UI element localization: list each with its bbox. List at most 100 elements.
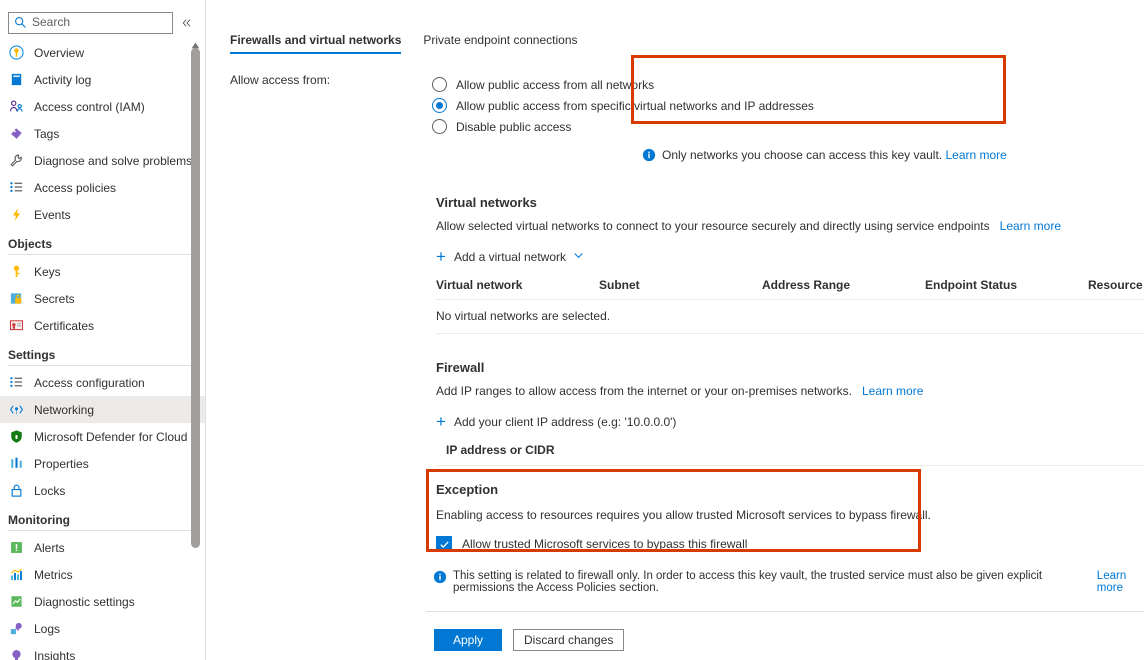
column-header-virtual-network[interactable]: Virtual network (436, 278, 599, 292)
access-policies-icon (8, 180, 24, 196)
column-header-resource-group[interactable]: Resource group (1088, 278, 1144, 292)
alerts-icon (8, 540, 24, 556)
sidebar-item-networking[interactable]: Networking (0, 396, 205, 423)
secrets-icon (8, 291, 24, 307)
scroll-up-arrow-icon[interactable] (191, 38, 200, 45)
sidebar-item-tags[interactable]: Tags (0, 120, 205, 147)
search-placeholder: Search (32, 16, 70, 29)
sidebar-item-overview[interactable]: Overview (0, 39, 205, 66)
sidebar-item-alerts[interactable]: Alerts (0, 534, 205, 561)
sidebar-search-row: Search (0, 0, 205, 34)
sidebar-item-label: Events (34, 208, 71, 222)
sidebar-item-diagnose-and-solve-problems[interactable]: Diagnose and solve problems (0, 147, 205, 174)
wrench-icon (8, 153, 24, 169)
add-client-ip-address-label: Add your client IP address (e.g: '10.0.0… (454, 415, 677, 429)
activity-log-icon (8, 72, 24, 88)
virtual-networks-table-header: Virtual network Subnet Address Range End… (436, 278, 1144, 299)
sidebar-item-properties[interactable]: Properties (0, 450, 205, 477)
sidebar-group-title: Objects (0, 228, 205, 254)
sidebar: Search Overview (0, 0, 206, 660)
discard-changes-button[interactable]: Discard changes (513, 629, 624, 651)
sidebar-scrollbar[interactable] (190, 38, 201, 550)
virtual-networks-section: Virtual networks Allow selected virtual … (436, 195, 1144, 334)
chevron-down-icon[interactable] (573, 250, 584, 264)
firewall-learn-more-link[interactable]: Learn more (862, 384, 923, 398)
column-header-endpoint-status[interactable]: Endpoint Status (925, 278, 1088, 292)
tab-bar: Firewalls and virtual networks Private e… (230, 22, 1144, 54)
sidebar-item-label: Access configuration (34, 376, 145, 390)
sidebar-nav: Overview Activity log (0, 39, 205, 660)
certificates-icon (8, 318, 24, 334)
radio-icon[interactable] (432, 119, 447, 134)
sidebar-item-insights[interactable]: Insights (0, 642, 205, 660)
access-info-learn-more-link[interactable]: Learn more (945, 148, 1006, 162)
sidebar-item-label: Insights (34, 649, 75, 660)
insights-icon (8, 648, 24, 660)
sidebar-item-access-configuration[interactable]: Access configuration (0, 369, 205, 396)
sidebar-item-locks[interactable]: Locks (0, 477, 205, 504)
sidebar-item-microsoft-defender-for-cloud[interactable]: Microsoft Defender for Cloud (0, 423, 205, 450)
tab-private-endpoint-connections[interactable]: Private endpoint connections (423, 33, 577, 54)
sidebar-item-certificates[interactable]: Certificates (0, 312, 205, 339)
sidebar-item-keys[interactable]: Keys (0, 258, 205, 285)
chevron-double-left-icon[interactable] (177, 13, 197, 33)
networking-icon (8, 402, 24, 418)
info-icon (642, 148, 656, 162)
radio-icon[interactable] (432, 77, 447, 92)
plus-icon: + (436, 416, 446, 428)
column-header-subnet[interactable]: Subnet (599, 278, 762, 292)
apply-button[interactable]: Apply (434, 629, 502, 651)
sidebar-item-secrets[interactable]: Secrets (0, 285, 205, 312)
access-configuration-icon (8, 375, 24, 391)
column-header-address-range[interactable]: Address Range (762, 278, 925, 292)
radio-label: Allow public access from all networks (456, 78, 654, 92)
sidebar-item-label: Access policies (34, 181, 116, 195)
sidebar-item-label: Overview (34, 46, 84, 60)
sidebar-item-label: Diagnose and solve problems (34, 154, 192, 168)
access-info-line: Only networks you choose can access this… (642, 148, 1144, 162)
radio-option-disable-public-access[interactable]: Disable public access (432, 116, 790, 137)
firewall-table: IP address or CIDR (436, 443, 1144, 466)
sidebar-item-label: Diagnostic settings (34, 595, 135, 609)
sidebar-group-divider (8, 365, 195, 366)
footer-button-row: Apply Discard changes (434, 629, 624, 651)
allow-trusted-services-checkbox-row[interactable]: Allow trusted Microsoft services to bypa… (436, 536, 747, 552)
radio-icon-selected[interactable] (432, 98, 447, 113)
add-a-virtual-network-button[interactable]: + Add a virtual network (436, 250, 584, 264)
sidebar-item-access-policies[interactable]: Access policies (0, 174, 205, 201)
sidebar-item-label: Tags (34, 127, 59, 141)
exception-description: Enabling access to resources requires yo… (436, 508, 1144, 522)
virtual-networks-learn-more-link[interactable]: Learn more (1000, 219, 1061, 233)
column-header-ip-address-or-cidr: IP address or CIDR (446, 443, 554, 457)
virtual-networks-empty-message: No virtual networks are selected. (436, 299, 1144, 334)
tags-icon (8, 126, 24, 142)
sidebar-group-divider (8, 530, 195, 531)
radio-option-specific-networks[interactable]: Allow public access from specific virtua… (432, 95, 790, 116)
sidebar-item-metrics[interactable]: Metrics (0, 561, 205, 588)
tab-firewalls-and-virtual-networks[interactable]: Firewalls and virtual networks (230, 33, 401, 54)
firewall-description: Add IP ranges to allow access from the i… (436, 384, 1144, 398)
sidebar-item-label: Secrets (34, 292, 75, 306)
scrollbar-thumb[interactable] (191, 48, 200, 548)
sidebar-item-access-control[interactable]: Access control (IAM) (0, 93, 205, 120)
sidebar-item-activity-log[interactable]: Activity log (0, 66, 205, 93)
properties-icon (8, 456, 24, 472)
exception-section: Exception Enabling access to resources r… (436, 466, 1144, 552)
shield-icon (8, 429, 24, 445)
checkbox-icon-checked[interactable] (436, 536, 452, 552)
public-access-radio-group: Allow public access from all networks Al… (420, 68, 790, 143)
bottom-info-learn-more-link[interactable]: Learn more (1097, 570, 1144, 594)
sidebar-item-diagnostic-settings[interactable]: Diagnostic settings (0, 588, 205, 615)
sidebar-item-label: Logs (34, 622, 60, 636)
search-input[interactable]: Search (8, 12, 173, 34)
radio-option-all-networks[interactable]: Allow public access from all networks (432, 74, 790, 95)
sidebar-item-logs[interactable]: Logs (0, 615, 205, 642)
sidebar-item-events[interactable]: Events (0, 201, 205, 228)
allow-access-from-row: Allow access from: Allow public access f… (230, 68, 1144, 143)
firewall-title: Firewall (436, 360, 1144, 375)
sidebar-group-title: Settings (0, 339, 205, 365)
sidebar-group-divider (8, 254, 195, 255)
add-client-ip-address-button[interactable]: + Add your client IP address (e.g: '10.0… (436, 415, 676, 429)
sidebar-item-label: Microsoft Defender for Cloud (34, 430, 187, 444)
firewall-description-text: Add IP ranges to allow access from the i… (436, 384, 852, 398)
